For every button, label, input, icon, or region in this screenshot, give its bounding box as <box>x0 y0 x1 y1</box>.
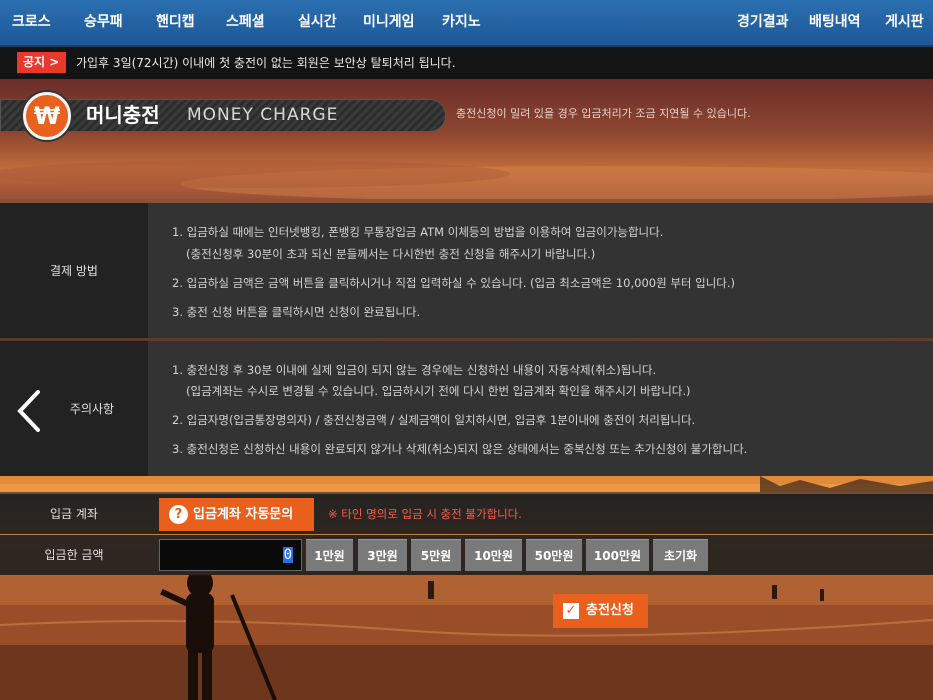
amount-input[interactable]: 0 <box>159 539 302 571</box>
charge-submit-label: 충전신청 <box>586 603 634 618</box>
delay-note: 충전신청이 밀려 있을 경우 입금처리가 조금 지연될 수 있습니다. <box>456 107 751 120</box>
page-title: 머니충전 <box>86 103 160 127</box>
nav-item-special[interactable]: 스페셜 <box>226 0 265 45</box>
notice-text[interactable]: 가입후 3일(72시간) 이내에 첫 충전이 없는 회원은 보안상 탈퇴처리 됩… <box>76 47 456 79</box>
nav-item-live[interactable]: 실시간 <box>298 0 337 45</box>
caution-line-3: 3. 충전신청은 신청하신 내용이 완료되지 않거나 삭제(취소)되지 않은 상… <box>172 442 748 456</box>
amount-10k-button[interactable]: 1만원 <box>306 539 353 571</box>
sunset-sky-illustration <box>0 160 933 199</box>
payment-line-1: 1. 입금하실 때에는 인터넷뱅킹, 폰뱅킹 무통장입금 ATM 이체등의 방법… <box>172 225 664 239</box>
amount-100k-button[interactable]: 10만원 <box>465 539 522 571</box>
paddleboard-illustration <box>0 575 933 700</box>
top-navigation: 크로스 승무패 핸디캡 스페셜 실시간 미니게임 카지노 경기결과 배팅내역 게… <box>0 0 933 47</box>
question-icon: ? <box>169 505 188 524</box>
amount-1m-button[interactable]: 100만원 <box>586 539 649 571</box>
third-party-warning: ※ 타인 명의로 입금 시 충전 불가합니다. <box>328 507 522 521</box>
check-icon: ✓ <box>563 603 579 619</box>
deposit-account-label: 입금 계좌 <box>50 507 98 521</box>
lake-horizon-illustration <box>0 476 933 492</box>
won-icon: ₩ <box>23 92 71 140</box>
payment-line-3: 3. 충전 신청 버튼을 클릭하시면 신청이 완료됩니다. <box>172 305 421 319</box>
page-subtitle: MONEY CHARGE <box>187 105 339 125</box>
chevron-left-icon[interactable] <box>14 389 44 433</box>
amount-30k-button[interactable]: 3만원 <box>358 539 407 571</box>
nav-item-casino[interactable]: 카지노 <box>442 0 481 45</box>
charge-submit-button[interactable]: ✓ 충전신청 <box>553 594 648 628</box>
amount-reset-button[interactable]: 초기화 <box>653 539 708 571</box>
nav-item-results[interactable]: 경기결과 <box>737 0 789 45</box>
deposit-amount-label: 입금한 금액 <box>44 548 104 562</box>
amount-500k-button[interactable]: 50만원 <box>526 539 582 571</box>
nav-item-cross[interactable]: 크로스 <box>12 0 51 45</box>
payment-line-1-sub: (충전신청후 30분이 초과 되신 분들께서는 다시한번 충전 신청을 해주시기… <box>186 247 596 261</box>
notice-bar: 공지 > 가입후 3일(72시간) 이내에 첫 충전이 없는 회원은 보안상 탈… <box>0 47 933 79</box>
nav-item-minigame[interactable]: 미니게임 <box>363 0 415 45</box>
paddleboard-scene <box>0 575 933 700</box>
notice-badge[interactable]: 공지 > <box>17 52 66 73</box>
nav-item-bet-history[interactable]: 배팅내역 <box>809 0 861 45</box>
amount-value: 0 <box>282 547 293 563</box>
caution-line-1: 1. 충전신청 후 30분 이내에 실제 입금이 되지 않는 경우에는 신청하신… <box>172 363 657 377</box>
caution-line-1-sub: (입금계좌는 수시로 변경될 수 있습니다. 입금하시기 전에 다시 한번 입금… <box>186 384 691 398</box>
payment-line-2: 2. 입금하실 금액은 금액 버튼을 클릭하시거나 직접 입력하실 수 있습니다… <box>172 276 736 290</box>
hero-banner <box>0 79 933 199</box>
account-inquiry-label: 입금계좌 자동문의 <box>193 507 294 522</box>
nav-item-board[interactable]: 게시판 <box>885 0 924 45</box>
caution-line-2: 2. 입금자명(입금통장명의자) / 충전신청금액 / 실제금액이 일치하시면,… <box>172 413 696 427</box>
amount-50k-button[interactable]: 5만원 <box>411 539 461 571</box>
nav-item-win-draw-lose[interactable]: 승무패 <box>84 0 123 45</box>
nav-item-handicap[interactable]: 핸디캡 <box>156 0 195 45</box>
account-inquiry-button[interactable]: ? 입금계좌 자동문의 <box>159 498 314 531</box>
payment-method-label: 결제 방법 <box>0 203 148 338</box>
